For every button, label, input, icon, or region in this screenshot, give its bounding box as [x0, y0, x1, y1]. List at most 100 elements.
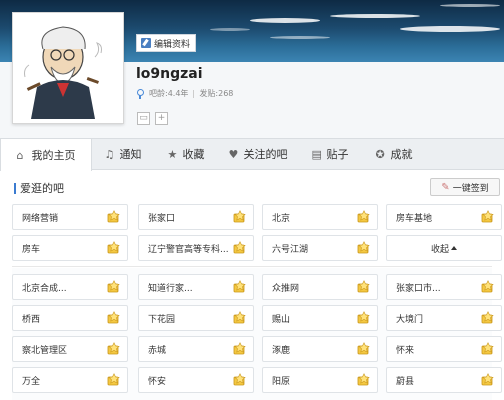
- bar-item-name: 张家口市...: [396, 283, 441, 294]
- bar-item-name: 北京: [272, 213, 291, 224]
- edit-icon: [141, 38, 151, 48]
- sign-in-icon[interactable]: [357, 210, 371, 224]
- bar-item[interactable]: 房车基地: [386, 204, 502, 230]
- tab-label: 成就: [390, 148, 413, 161]
- bar-item-name: 房车基地: [396, 213, 433, 224]
- profile-mini-icons: ▭ +: [137, 112, 168, 125]
- sign-in-icon[interactable]: [233, 311, 247, 325]
- section-title-text: 爱逛的吧: [20, 182, 64, 195]
- sign-in-icon[interactable]: [481, 373, 495, 387]
- sign-in-icon[interactable]: [107, 241, 121, 255]
- bar-item[interactable]: 辽宁警官高等专科...: [138, 235, 254, 261]
- bar-item[interactable]: 赤城: [138, 336, 254, 362]
- sign-in-icon[interactable]: [233, 210, 247, 224]
- profile-meta: 吧龄:4.4年 发贴:268: [136, 88, 233, 99]
- username: lo9ngzai: [136, 66, 203, 82]
- bar-item[interactable]: 怀来: [386, 336, 502, 362]
- sign-in-icon[interactable]: [107, 311, 121, 325]
- tab-followed-bars[interactable]: ♥ 关注的吧: [218, 139, 298, 169]
- sign-in-icon[interactable]: [107, 373, 121, 387]
- bar-age: 吧龄:4.4年: [149, 89, 189, 98]
- star-icon: ★: [167, 147, 178, 161]
- avatar-image: [17, 17, 119, 119]
- section-accent-bar: [14, 182, 16, 194]
- tab-achievements[interactable]: ✪ 成就: [362, 139, 426, 169]
- bar-item-name: 辽宁警官高等专科...: [148, 244, 229, 255]
- sign-in-icon[interactable]: [107, 210, 121, 224]
- bar-item-name: 大境门: [396, 314, 424, 325]
- bar-item-name: 蔚县: [396, 376, 415, 387]
- bar-item-name: 涿鹿: [272, 345, 291, 356]
- bar-item-name: 房车: [22, 244, 41, 255]
- sign-in-icon[interactable]: [357, 373, 371, 387]
- sign-all-label: 一键签到: [452, 183, 489, 194]
- bar-item[interactable]: 知道行家...: [138, 274, 254, 300]
- bar-item[interactable]: 六号江湖: [262, 235, 378, 261]
- tab-label: 收藏: [182, 148, 205, 161]
- bar-item[interactable]: 蔚县: [386, 367, 502, 393]
- bar-item-name: 北京合成...: [22, 283, 67, 294]
- bar-item-name: 网络营销: [22, 213, 59, 224]
- bar-item[interactable]: 万全: [12, 367, 128, 393]
- bar-item-name: 赐山: [272, 314, 291, 325]
- bar-item[interactable]: 北京: [262, 204, 378, 230]
- sign-in-icon[interactable]: [481, 311, 495, 325]
- bar-item[interactable]: 张家口市...: [386, 274, 502, 300]
- bar-item-name: 万全: [22, 376, 41, 387]
- sign-in-icon[interactable]: [357, 241, 371, 255]
- tab-notifications[interactable]: ♫ 通知: [92, 139, 154, 169]
- sign-in-icon[interactable]: [481, 280, 495, 294]
- bar-item[interactable]: 张家口: [138, 204, 254, 230]
- collapse-label: 收起: [430, 244, 449, 255]
- tab-my-home[interactable]: ⌂ 我的主页: [0, 139, 92, 171]
- section-title: 爱逛的吧: [14, 180, 64, 196]
- sign-all-button[interactable]: ✎ 一键签到: [430, 178, 500, 196]
- sign-in-icon[interactable]: [481, 210, 495, 224]
- edit-profile-button[interactable]: 编辑资料: [136, 34, 197, 52]
- bar-item-name: 阳原: [272, 376, 291, 387]
- bar-item-name: 怀安: [148, 376, 167, 387]
- bar-item[interactable]: 涿鹿: [262, 336, 378, 362]
- sign-in-icon[interactable]: [107, 280, 121, 294]
- bar-item-name: 怀来: [396, 345, 415, 356]
- tab-label: 我的主页: [31, 149, 76, 162]
- edit-profile-label: 编辑资料: [154, 39, 191, 50]
- bell-icon: ♫: [104, 147, 115, 161]
- bar-item[interactable]: 北京合成...: [12, 274, 128, 300]
- bar-item[interactable]: 阳原: [262, 367, 378, 393]
- bar-item[interactable]: 房车: [12, 235, 128, 261]
- bar-item[interactable]: 大境门: [386, 305, 502, 331]
- bar-item-name: 众推网: [272, 283, 300, 294]
- caret-up-icon: [451, 246, 457, 250]
- sign-in-icon[interactable]: [233, 373, 247, 387]
- bar-item-name: 赤城: [148, 345, 167, 356]
- bar-item[interactable]: 众推网: [262, 274, 378, 300]
- bar-item[interactable]: 桥西: [12, 305, 128, 331]
- sign-in-icon[interactable]: [357, 311, 371, 325]
- profile-tabs: ⌂ 我的主页 ♫ 通知 ★ 收藏 ♥ 关注的吧 ▤ 贴子 ✪ 成就: [0, 138, 504, 171]
- document-icon: ▤: [311, 147, 322, 161]
- sign-in-icon[interactable]: [107, 342, 121, 356]
- bar-item[interactable]: 察北管理区: [12, 336, 128, 362]
- bar-item[interactable]: 下花园: [138, 305, 254, 331]
- bar-item-name: 知道行家...: [148, 283, 193, 294]
- sign-in-icon[interactable]: [481, 342, 495, 356]
- tab-favorites[interactable]: ★ 收藏: [154, 139, 218, 169]
- bar-item-name: 桥西: [22, 314, 41, 325]
- sign-in-icon[interactable]: [357, 342, 371, 356]
- plus-icon[interactable]: +: [155, 112, 168, 125]
- window-icon[interactable]: ▭: [137, 112, 150, 125]
- bar-item-name: 下花园: [148, 314, 176, 325]
- sign-in-icon[interactable]: [233, 241, 247, 255]
- bar-item[interactable]: 怀安: [138, 367, 254, 393]
- collapse-button[interactable]: 收起: [386, 235, 502, 261]
- sign-in-icon[interactable]: [233, 280, 247, 294]
- avatar[interactable]: [12, 12, 124, 124]
- sign-in-icon[interactable]: [357, 280, 371, 294]
- bar-item[interactable]: 赐山: [262, 305, 378, 331]
- section-divider: [12, 266, 492, 267]
- tab-posts[interactable]: ▤ 贴子: [298, 139, 362, 169]
- bar-item[interactable]: 网络营销: [12, 204, 128, 230]
- bar-item-name: 张家口: [148, 213, 176, 224]
- sign-in-icon[interactable]: [233, 342, 247, 356]
